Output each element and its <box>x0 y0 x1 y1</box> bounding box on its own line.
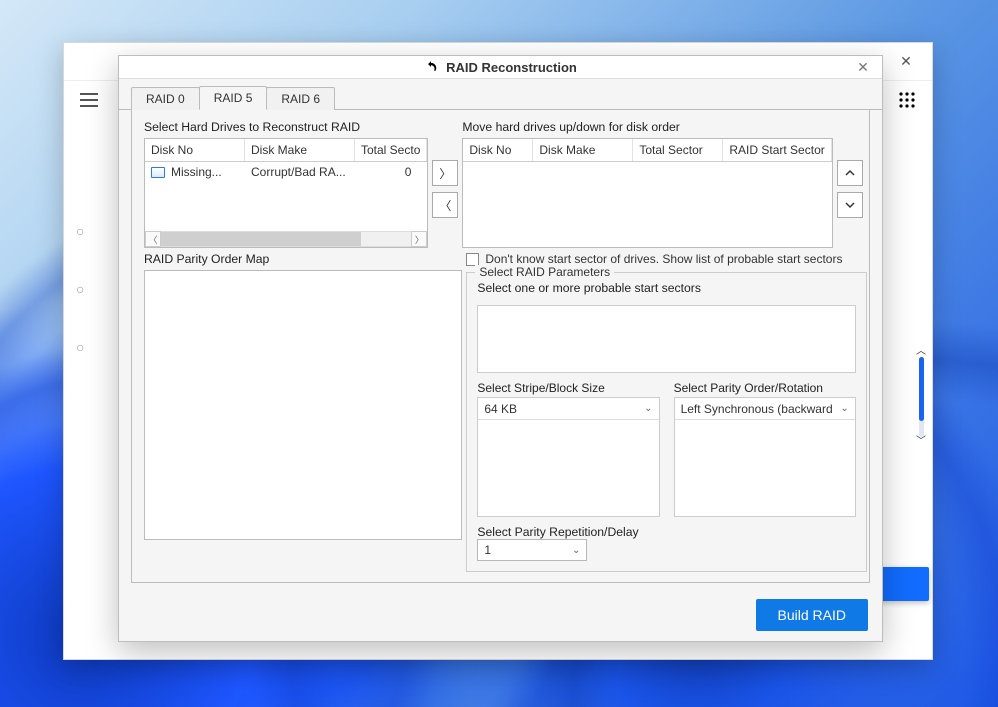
col-disk-make[interactable]: Disk Make <box>245 139 355 161</box>
tab-raid5[interactable]: RAID 5 <box>199 86 268 110</box>
dialog-body: Select Hard Drives to Reconstruct RAID D… <box>131 110 870 583</box>
chevron-down-icon: ⌄ <box>840 403 848 414</box>
tab-raid0[interactable]: RAID 0 <box>131 87 200 110</box>
move-up-down-buttons <box>833 138 867 248</box>
close-icon[interactable]: ✕ <box>890 48 922 76</box>
stripe-size-label: Select Stripe/Block Size <box>477 381 659 395</box>
build-raid-button[interactable]: Build RAID <box>756 599 868 631</box>
dialog-footer: Build RAID <box>119 593 882 643</box>
dialog-title: RAID Reconstruction <box>151 60 850 75</box>
parity-repetition-select[interactable]: 1 ⌄ <box>477 539 587 561</box>
apps-grid-icon[interactable] <box>892 85 922 115</box>
hamburger-icon[interactable] <box>74 85 104 115</box>
scroll-left-icon[interactable]: 〈 <box>145 231 161 247</box>
unknown-start-sector-label: Don't know start sector of drives. Show … <box>485 252 842 266</box>
raid-reconstruction-dialog: RAID Reconstruction ✕ RAID 0 RAID 5 RAID… <box>118 55 883 642</box>
scrollbar-thumb[interactable] <box>919 357 924 421</box>
scrollbar-track[interactable] <box>919 357 924 437</box>
parity-map-box[interactable] <box>144 270 462 540</box>
move-right-button[interactable]: 〉 <box>432 160 458 186</box>
chevron-down-icon[interactable]: ﹀ <box>916 437 926 447</box>
chevron-up-icon[interactable]: ︿ <box>916 347 926 357</box>
parity-order-panel: Left Synchronous (backward ⌄ <box>674 397 856 517</box>
unknown-start-sector-row: Don't know start sector of drives. Show … <box>466 252 866 266</box>
source-drives-table[interactable]: Disk No Disk Make Total Secto Missing...… <box>144 138 428 248</box>
move-up-button[interactable] <box>837 160 863 186</box>
tab-raid6[interactable]: RAID 6 <box>266 87 335 110</box>
col-raid-start[interactable]: RAID Start Sector <box>723 139 831 161</box>
move-right-left-buttons: 〉 〈 <box>428 138 462 248</box>
col-disk-no[interactable]: Disk No <box>463 139 533 161</box>
raid-parameters-title: Select RAID Parameters <box>475 265 614 279</box>
parity-repetition-label: Select Parity Repetition/Delay <box>477 525 855 539</box>
table-row[interactable]: Missing... Corrupt/Bad RA... 0 <box>145 162 427 182</box>
col-disk-make[interactable]: Disk Make <box>533 139 633 161</box>
dialog-titlebar: RAID Reconstruction ✕ <box>119 56 882 79</box>
scroll-thumb[interactable] <box>161 232 361 246</box>
start-sectors-label: Select one or more probable start sector… <box>477 281 855 295</box>
start-sectors-list[interactable] <box>477 305 855 373</box>
col-total-sector[interactable]: Total Secto <box>355 139 427 161</box>
chevron-down-icon: ⌄ <box>572 545 580 556</box>
drive-icon <box>151 167 165 178</box>
order-drives-label: Move hard drives up/down for disk order <box>462 120 866 134</box>
parity-map-label: RAID Parity Order Map <box>144 252 462 266</box>
raid-parameters-group: Select RAID Parameters Select one or mor… <box>466 272 866 572</box>
back-icon[interactable] <box>424 60 438 74</box>
stripe-size-panel: 64 KB ⌄ <box>477 397 659 517</box>
chevron-down-icon: ⌄ <box>644 403 652 414</box>
source-drives-header: Disk No Disk Make Total Secto <box>145 139 427 162</box>
dialog-close-button[interactable]: ✕ <box>850 56 876 78</box>
source-drives-label: Select Hard Drives to Reconstruct RAID <box>144 120 428 134</box>
move-down-button[interactable] <box>837 192 863 218</box>
raid-tabs: RAID 0 RAID 5 RAID 6 <box>119 85 882 110</box>
order-drives-table[interactable]: Disk No Disk Make Total Sector RAID Star… <box>462 138 832 248</box>
parity-order-select[interactable]: Left Synchronous (backward ⌄ <box>675 398 855 420</box>
col-total-sector[interactable]: Total Sector <box>633 139 723 161</box>
col-disk-no[interactable]: Disk No <box>145 139 245 161</box>
unknown-start-sector-checkbox[interactable] <box>466 253 479 266</box>
stripe-size-select[interactable]: 64 KB ⌄ <box>478 398 658 420</box>
background-scrollbar[interactable]: ︿ ﹀ <box>916 347 926 447</box>
parity-order-label: Select Parity Order/Rotation <box>674 381 856 395</box>
source-table-hscroll[interactable]: 〈 〉 <box>145 231 427 247</box>
move-left-button[interactable]: 〈 <box>432 192 458 218</box>
order-drives-header: Disk No Disk Make Total Sector RAID Star… <box>463 139 831 162</box>
background-left-markers: ○○○ <box>76 223 84 355</box>
scroll-right-icon[interactable]: 〉 <box>411 231 427 247</box>
